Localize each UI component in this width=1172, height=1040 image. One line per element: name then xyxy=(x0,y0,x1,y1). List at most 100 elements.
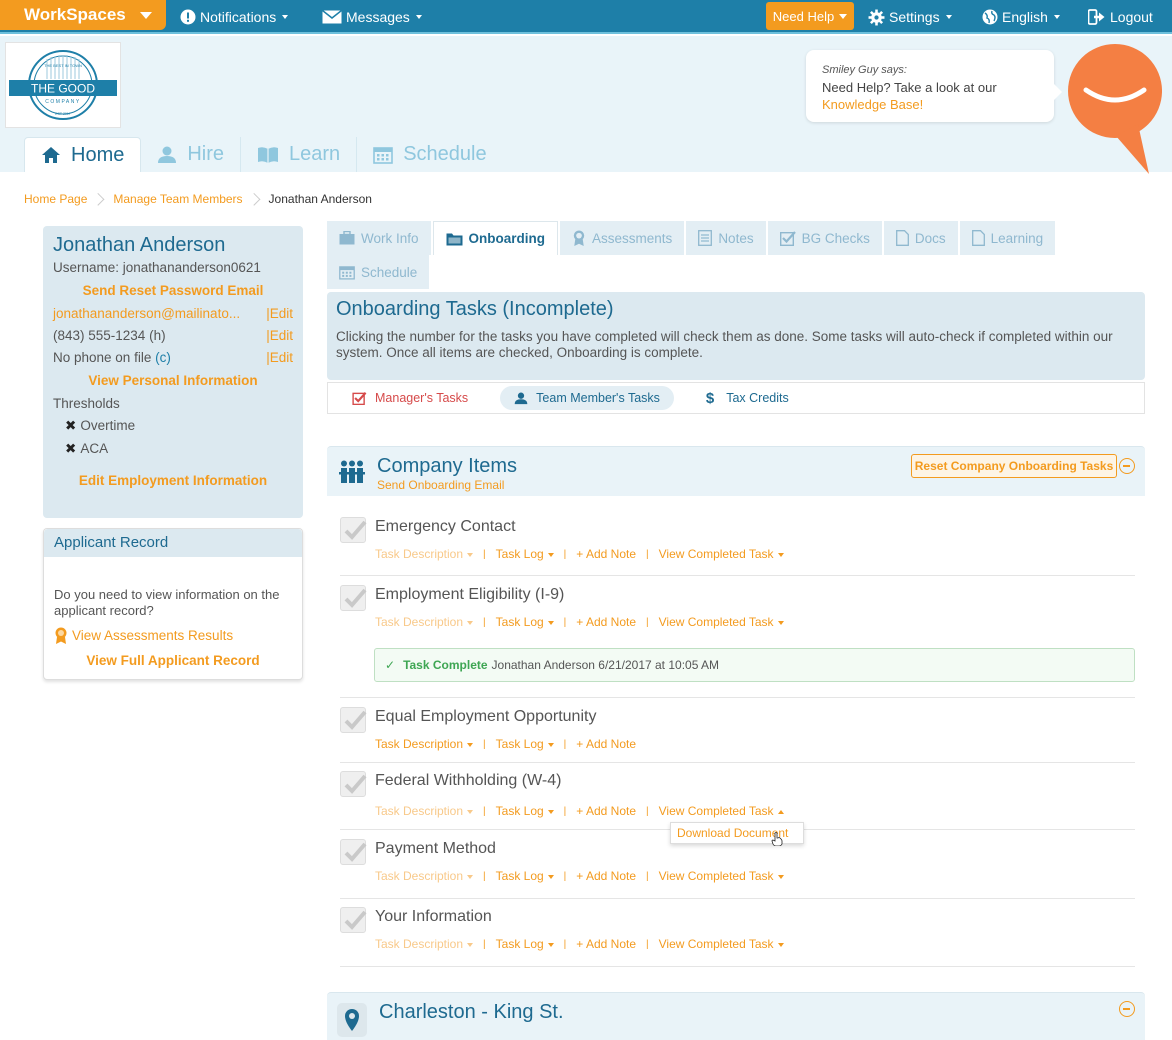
task-links: Task Description | Task Log | + Add Note xyxy=(375,737,636,751)
task-log-link[interactable]: Task Log xyxy=(496,804,554,818)
applicant-question: Do you need to view information on the a… xyxy=(54,587,280,618)
task-checkbox[interactable] xyxy=(340,707,367,733)
tab-section-schedule[interactable]: Schedule xyxy=(327,255,430,289)
tab-hire[interactable]: Hire xyxy=(141,137,242,172)
tab-notes[interactable]: Notes xyxy=(686,221,766,255)
edit-phone-link[interactable]: |Edit xyxy=(266,328,293,343)
company-logo-graphic: THE GOOD THE BEST IN TOWN COMPANY EST 20… xyxy=(9,50,117,120)
tab-onboarding-label: Onboarding xyxy=(468,231,546,246)
team-members-tasks-tab[interactable]: Team Member's Tasks xyxy=(500,386,674,410)
task-checkbox[interactable] xyxy=(340,771,367,797)
group-people-icon xyxy=(339,460,365,483)
task-description-link[interactable]: Task Description xyxy=(375,804,474,818)
notifications-menu[interactable]: Notifications xyxy=(180,0,289,34)
task-description-link[interactable]: Task Description xyxy=(375,737,474,751)
send-reset-password-link[interactable]: Send Reset Password Email xyxy=(53,283,293,298)
user-icon xyxy=(158,146,177,163)
language-label: English xyxy=(1002,9,1048,25)
add-note-link[interactable]: + Add Note xyxy=(576,804,636,818)
edit-cell-link[interactable]: |Edit xyxy=(266,350,293,365)
messages-menu[interactable]: Messages xyxy=(322,0,422,34)
language-menu[interactable]: English xyxy=(982,0,1060,34)
view-completed-task-link[interactable]: View Completed Task xyxy=(659,615,784,629)
task-log-link[interactable]: Task Log xyxy=(496,737,554,751)
breadcrumb-home[interactable]: Home Page xyxy=(24,192,87,206)
task-complete-banner: ✓ Task Complete Jonathan Anderson 6/21/2… xyxy=(374,648,1135,682)
add-note-link[interactable]: + Add Note xyxy=(576,937,636,951)
tab-schedule[interactable]: Schedule xyxy=(357,137,502,172)
task-log-link[interactable]: Task Log xyxy=(496,937,554,951)
workspaces-label: WorkSpaces xyxy=(24,5,126,24)
send-onboarding-email-link[interactable]: Send Onboarding Email xyxy=(377,478,504,492)
collapse-minus-icon[interactable] xyxy=(1119,458,1135,474)
breadcrumb-manage-team[interactable]: Manage Team Members xyxy=(113,192,242,206)
add-note-link[interactable]: + Add Note xyxy=(576,869,636,883)
task-checkbox[interactable] xyxy=(340,907,367,933)
home-icon xyxy=(42,147,60,163)
task-log-link[interactable]: Task Log xyxy=(496,547,554,561)
tab-onboarding[interactable]: Onboarding xyxy=(432,221,559,255)
check-icon: ✓ xyxy=(385,658,396,672)
checkbox-icon xyxy=(352,392,367,405)
task-description-link[interactable]: Task Description xyxy=(375,937,474,951)
divider xyxy=(340,697,1135,698)
view-personal-info-link[interactable]: View Personal Information xyxy=(53,373,293,388)
view-completed-task-link[interactable]: View Completed Task xyxy=(659,937,784,951)
add-note-link[interactable]: + Add Note xyxy=(576,615,636,629)
view-completed-task-link[interactable]: View Completed Task xyxy=(659,869,784,883)
task-name: Equal Employment Opportunity xyxy=(375,708,597,725)
folder-icon xyxy=(446,233,463,245)
view-full-applicant-link[interactable]: View Full Applicant Record xyxy=(54,653,292,669)
tab-learning[interactable]: Learning xyxy=(959,221,1056,255)
tab-assessments[interactable]: Assessments xyxy=(560,221,685,255)
logo-year-text: EST 2017 xyxy=(55,112,71,116)
view-completed-task-link[interactable]: View Completed Task xyxy=(659,804,784,818)
task-log-link[interactable]: Task Log xyxy=(496,869,554,883)
task-checkbox[interactable] xyxy=(340,839,367,865)
task-description-link[interactable]: Task Description xyxy=(375,547,474,561)
task-name: Emergency Contact xyxy=(375,518,516,535)
view-completed-task-link[interactable]: View Completed Task xyxy=(659,547,784,561)
tab-learn[interactable]: Learn xyxy=(241,137,358,172)
applicant-record-title: Applicant Record xyxy=(44,529,302,557)
workspaces-menu[interactable]: WorkSpaces xyxy=(0,0,166,30)
add-note-link[interactable]: + Add Note xyxy=(576,547,636,561)
caret-down-icon xyxy=(777,620,784,625)
gear-icon xyxy=(868,9,885,25)
reset-company-tasks-button[interactable]: Reset Company Onboarding Tasks xyxy=(911,454,1117,478)
tab-docs[interactable]: Docs xyxy=(883,221,958,255)
add-note-link[interactable]: + Add Note xyxy=(576,737,636,751)
task-checkbox[interactable] xyxy=(340,585,367,611)
settings-menu[interactable]: Settings xyxy=(868,0,952,34)
collapse-minus-icon[interactable] xyxy=(1119,1001,1135,1017)
profile-username: Username: jonathananderson0621 xyxy=(53,260,261,275)
smiley-guy-icon[interactable] xyxy=(1068,44,1162,176)
edit-employment-info-link[interactable]: Edit Employment Information xyxy=(53,473,293,488)
tab-work-info[interactable]: Work Info xyxy=(327,221,431,255)
task-type-tabs: Manager's Tasks Team Member's Tasks $ Ta… xyxy=(327,382,1145,414)
link-separator: | xyxy=(646,805,649,817)
edit-email-link[interactable]: |Edit xyxy=(266,306,293,321)
document-icon xyxy=(971,230,985,246)
hand-cursor-icon xyxy=(771,832,783,846)
chevron-down-icon xyxy=(839,13,848,19)
task-checkbox[interactable] xyxy=(340,517,367,543)
profile-email-link[interactable]: jonathananderson@mailinato... xyxy=(53,306,240,321)
task-description-link[interactable]: Task Description xyxy=(375,869,474,883)
task-log-link[interactable]: Task Log xyxy=(496,615,554,629)
chevron-down-icon xyxy=(282,15,289,19)
tab-home[interactable]: Home xyxy=(24,137,142,172)
tax-credits-tab[interactable]: $ Tax Credits xyxy=(700,386,795,410)
company-logo[interactable]: THE GOOD THE BEST IN TOWN COMPANY EST 20… xyxy=(5,42,121,128)
task-description-link[interactable]: Task Description xyxy=(375,615,474,629)
helper-text: Need Help? Take a look at our xyxy=(822,80,997,95)
tab-bg-checks[interactable]: BG Checks xyxy=(767,221,882,255)
view-assessments-link[interactable]: View Assessments Results xyxy=(54,627,292,645)
view-completed-task-label: View Completed Task xyxy=(658,615,774,629)
tab-learn-label: Learn xyxy=(289,143,341,165)
managers-tasks-tab[interactable]: Manager's Tasks xyxy=(346,386,474,410)
knowledge-base-link[interactable]: Knowledge Base! xyxy=(822,96,1038,113)
chevron-down-icon xyxy=(139,11,152,19)
logout-button[interactable]: Logout xyxy=(1088,0,1153,34)
need-help-button[interactable]: Need Help xyxy=(766,2,854,30)
